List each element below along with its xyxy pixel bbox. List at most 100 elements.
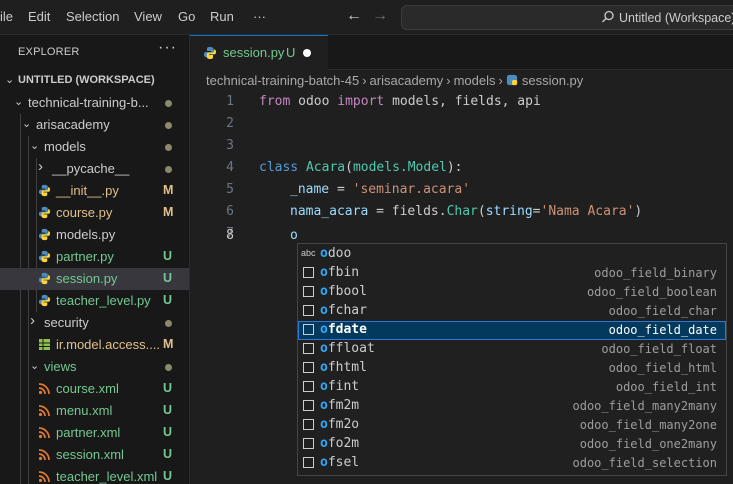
explorer-more-icon[interactable]: ··· (158, 39, 177, 57)
suggestion-item[interactable]: ofhtml odoo_field_html (298, 359, 726, 378)
command-center-text: Untitled (Workspace) (619, 11, 733, 25)
menu-go[interactable]: Go (178, 9, 195, 24)
explorer-folder-security[interactable]: › security (0, 312, 189, 334)
forward-arrow-icon[interactable]: → (372, 7, 388, 25)
snippet-icon (303, 267, 314, 278)
menu-run[interactable]: Run (210, 9, 234, 24)
suggestion-item[interactable]: ofm2m odoo_field_many2many (298, 397, 726, 416)
explorer-file-models-py[interactable]: models.py (0, 224, 189, 246)
code-line-7: nama_acara = fields.Char(string='Nama Ac… (290, 204, 643, 219)
line-number: 8 (226, 228, 234, 243)
suggestion-label: ofm2o (320, 417, 359, 432)
explorer-item-label: technical-training-b... (28, 95, 149, 110)
python-file-icon (38, 184, 52, 198)
tab-session-py[interactable]: session.py U (190, 35, 328, 70)
workspace-header[interactable]: ⌄ UNTITLED (WORKSPACE) (0, 70, 189, 92)
git-change-dot-icon (165, 144, 172, 151)
suggestion-item[interactable]: ofdate odoo_field_date (298, 321, 726, 340)
suggestion-item[interactable]: ofo2m odoo_field_one2many (298, 435, 726, 454)
snippet-icon (303, 400, 314, 411)
rss-file-icon (38, 470, 52, 484)
suggestion-rest: fm2m (327, 398, 360, 413)
line-number: 3 (226, 138, 234, 153)
tab-label: session.py (223, 45, 285, 60)
suggestion-item[interactable]: ofchar odoo_field_char (298, 302, 726, 321)
explorer-folder-models[interactable]: ⌄ models (0, 136, 189, 158)
explorer-file-partner-xml[interactable]: partner.xml U (0, 422, 189, 444)
suggestion-match: o (320, 284, 328, 299)
code-line-4: class Acara(models.Model): (259, 160, 463, 175)
explorer-item-label: session.py (56, 271, 118, 286)
explorer-folder-technical-training[interactable]: ⌄ technical-training-b... (0, 92, 189, 114)
menu-file[interactable]: ile (0, 9, 13, 24)
suggestion-item[interactable]: ofm2o odoo_field_many2one (298, 416, 726, 435)
breadcrumb-separator-icon: › (362, 73, 367, 88)
suggestion-rest: fint (327, 379, 360, 394)
suggestion-label: ofhtml (320, 360, 367, 375)
breadcrumb-item[interactable]: models (454, 73, 496, 88)
snippet-icon (303, 457, 314, 468)
explorer-file-partner-py[interactable]: partner.py U (0, 246, 189, 268)
breadcrumb-item[interactable]: arisacademy (370, 73, 444, 88)
rss-file-icon (38, 382, 52, 396)
suggestion-item[interactable]: abc odoo (298, 245, 726, 264)
git-status-badge: M (163, 337, 174, 351)
suggestion-label: ofbool (320, 284, 367, 299)
explorer-file-teacher-level-py[interactable]: teacher_level.py U (0, 290, 189, 312)
explorer-folder-arisacademy[interactable]: ⌄ arisacademy (0, 114, 189, 136)
unsaved-dot-icon[interactable] (303, 49, 311, 57)
explorer-item-label: partner.xml (56, 425, 121, 440)
explorer-file-course-py[interactable]: course.py M (0, 202, 189, 224)
snippet-icon (303, 438, 314, 449)
explorer-file-ir-model-access[interactable]: ir.model.access.... M (0, 334, 189, 356)
suggestion-item[interactable]: ofsel odoo_field_selection (298, 454, 726, 473)
breadcrumb-item[interactable]: session.py (522, 73, 583, 88)
code-line-8: o (290, 228, 298, 243)
explorer-folder-views[interactable]: ⌄ views (0, 356, 189, 378)
explorer-file-init-py[interactable]: __init__.py M (0, 180, 189, 202)
python-file-icon (38, 272, 52, 286)
breadcrumb-separator-icon: › (498, 73, 503, 88)
suggestion-detail: odoo_field_html (608, 361, 717, 375)
suggestion-match: o (320, 265, 328, 280)
chevron-down-icon: ⌄ (5, 74, 15, 86)
git-status-badge: U (163, 249, 173, 263)
suggest-widget[interactable]: abc odoo ofbin odoo_field_binary ofbool odoo_… (297, 243, 727, 476)
explorer-folder-pycache[interactable]: › __pycache__ (0, 158, 189, 180)
tab-status: U (286, 45, 296, 60)
snippet-icon (303, 343, 314, 354)
command-center-search[interactable]: Untitled (Workspace) (401, 5, 733, 30)
python-file-icon (38, 294, 52, 308)
suggestion-rest: fhtml (327, 360, 367, 375)
explorer-item-label: models.py (56, 227, 116, 242)
breadcrumb: technical-training-batch-45 › arisacademy ›… (206, 73, 583, 88)
suggestion-detail: odoo_field_selection (572, 456, 718, 470)
suggestion-item[interactable]: ofint odoo_field_int (298, 378, 726, 397)
suggestion-item[interactable]: ofbool odoo_field_boolean (298, 283, 726, 302)
git-status-badge: U (163, 381, 173, 395)
menu-view[interactable]: View (134, 9, 162, 24)
menu-more[interactable]: ··· (253, 9, 266, 24)
suggestion-label: ofm2m (320, 398, 359, 413)
explorer-item-label: views (44, 359, 77, 374)
suggestion-label: ofo2m (320, 436, 359, 451)
suggestion-detail: odoo_field_boolean (586, 285, 717, 299)
breadcrumb-item[interactable]: technical-training-batch-45 (206, 73, 359, 88)
menu-selection[interactable]: Selection (66, 9, 119, 24)
back-arrow-icon[interactable]: ← (346, 7, 362, 25)
git-status-badge: U (163, 271, 173, 285)
menu-edit[interactable]: Edit (28, 9, 50, 24)
git-status-badge: M (163, 205, 174, 219)
python-file-icon (506, 74, 518, 86)
explorer-file-teacher-level-xml[interactable]: teacher_level.xml U (0, 466, 189, 484)
suggestion-item[interactable]: ofbin odoo_field_binary (298, 264, 726, 283)
git-status-badge: M (163, 183, 174, 197)
explorer-file-course-xml[interactable]: course.xml U (0, 378, 189, 400)
suggestion-detail: odoo_field_many2many (572, 399, 718, 413)
git-change-dot-icon (165, 364, 172, 371)
explorer-file-session-py[interactable]: session.py U (0, 268, 189, 290)
explorer-file-menu-xml[interactable]: menu.xml U (0, 400, 189, 422)
explorer-file-session-xml[interactable]: session.xml U (0, 444, 189, 466)
chevron-down-icon: ⌄ (30, 140, 40, 152)
suggestion-item[interactable]: offloat odoo_field_float (298, 340, 726, 359)
